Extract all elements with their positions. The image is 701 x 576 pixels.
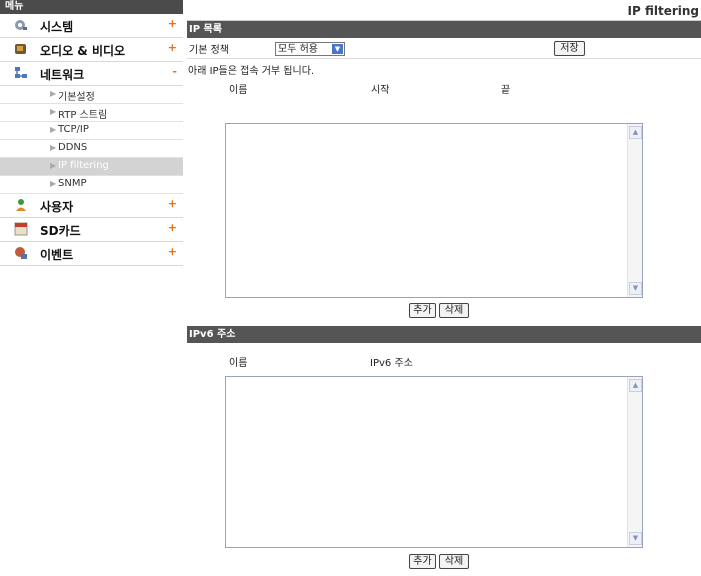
col-start-header: 시작 [371,85,390,96]
expand-plus-icon[interactable]: + [168,221,177,234]
network-icon [15,67,27,78]
ipv6-section-header: IPv6 주소 [187,326,701,343]
arrow-right-icon: ▶ [50,161,57,170]
expand-plus-icon[interactable]: + [168,41,177,54]
sub-item-label: 기본설정 [58,92,95,103]
deny-note: 아래 IP들은 접속 거부 됩니다. [188,66,315,77]
sub-item-ddns[interactable]: ▶ DDNS [0,140,183,158]
menu-item-network[interactable]: 네트워크 - [0,62,183,86]
ip-delete-button[interactable]: 삭제 [439,303,469,318]
ipv6-col-name-header: 이름 [229,358,248,369]
main-content: IP filtering IP 목록 기본 정책 모두 허용 ▼ 저장 아래 I… [187,0,701,576]
sub-item-label: SNMP [58,178,87,189]
sidebar: 메뉴 시스템 + 오디오 & 비디오 + 네트워크 - ▶ 기본설정 ▶ RTP 스… [0,0,183,576]
ip-list-section-header: IP 목록 [187,21,701,38]
note-row: 아래 IP들은 접속 거부 됩니다. [187,59,701,77]
arrow-right-icon: ▶ [50,107,57,116]
chevron-down-icon: ▼ [332,44,343,54]
scrollbar[interactable]: ▲ ▼ [627,124,642,297]
expand-plus-icon[interactable]: + [168,197,177,210]
sub-item-label: IP filtering [58,160,109,171]
col-end-header: 끝 [501,85,511,96]
sd-card-icon [14,222,28,236]
menu-item-label: 이벤트 [40,248,74,262]
policy-select-value: 모두 허용 [278,44,318,55]
menu-item-label: 시스템 [40,20,74,34]
save-button[interactable]: 저장 [554,41,585,56]
ip-add-button[interactable]: 추가 [409,303,436,318]
col-name-header: 이름 [229,85,248,96]
scroll-up-icon[interactable]: ▲ [629,126,642,139]
scroll-down-icon[interactable]: ▼ [629,282,642,295]
sub-item-tcp-ip[interactable]: ▶ TCP/IP [0,122,183,140]
policy-select[interactable]: 모두 허용 ▼ [275,42,345,56]
menu-item-system[interactable]: 시스템 + [0,14,183,38]
ipv6-list-box[interactable]: ▲ ▼ [225,376,643,548]
page-title: IP filtering [187,0,701,21]
menu-item-label: 네트워크 [40,68,85,82]
audio-video-icon [15,44,26,54]
arrow-right-icon: ▶ [50,143,57,152]
menu-item-label: 오디오 & 비디오 [40,44,126,58]
sub-item-label: RTP 스트림 [58,110,108,121]
sub-item-label: TCP/IP [58,124,89,135]
sub-item-label: DDNS [58,142,88,153]
sub-item-ip-filtering[interactable]: ▶ IP filtering [0,158,183,176]
sidebar-header: 메뉴 [0,0,183,14]
menu-item-audio-video[interactable]: 오디오 & 비디오 + [0,38,183,62]
arrow-right-icon: ▶ [50,125,57,134]
sub-item-rtp-stream[interactable]: ▶ RTP 스트림 [0,104,183,122]
menu-item-event[interactable]: 이벤트 + [0,242,183,266]
scroll-down-icon[interactable]: ▼ [629,532,642,545]
menu-item-label: SD카드 [40,224,81,238]
scrollbar[interactable]: ▲ ▼ [627,377,642,547]
ipv6-col-addr-header: IPv6 주소 [370,358,413,369]
menu-item-label: 사용자 [40,200,74,214]
scroll-up-icon[interactable]: ▲ [629,379,642,392]
sub-item-snmp[interactable]: ▶ SNMP [0,176,183,194]
policy-label: 기본 정책 [189,45,229,56]
ipv6-add-button[interactable]: 추가 [409,554,436,569]
collapse-minus-icon[interactable]: - [172,65,177,78]
arrow-right-icon: ▶ [50,179,57,188]
ip-list-box[interactable]: ▲ ▼ [225,123,643,298]
event-icon [15,247,27,259]
menu-item-sd-card[interactable]: SD카드 + [0,218,183,242]
user-icon [16,199,26,211]
policy-row: 기본 정책 모두 허용 ▼ 저장 [187,38,701,59]
ipv6-delete-button[interactable]: 삭제 [439,554,469,569]
expand-plus-icon[interactable]: + [168,245,177,258]
expand-plus-icon[interactable]: + [168,17,177,30]
system-icon [15,20,27,30]
ip-list-columns: 이름 시작 끝 [187,77,701,99]
sub-item-basic-settings[interactable]: ▶ 기본설정 [0,86,183,104]
menu-item-user[interactable]: 사용자 + [0,194,183,218]
arrow-right-icon: ▶ [50,89,57,98]
